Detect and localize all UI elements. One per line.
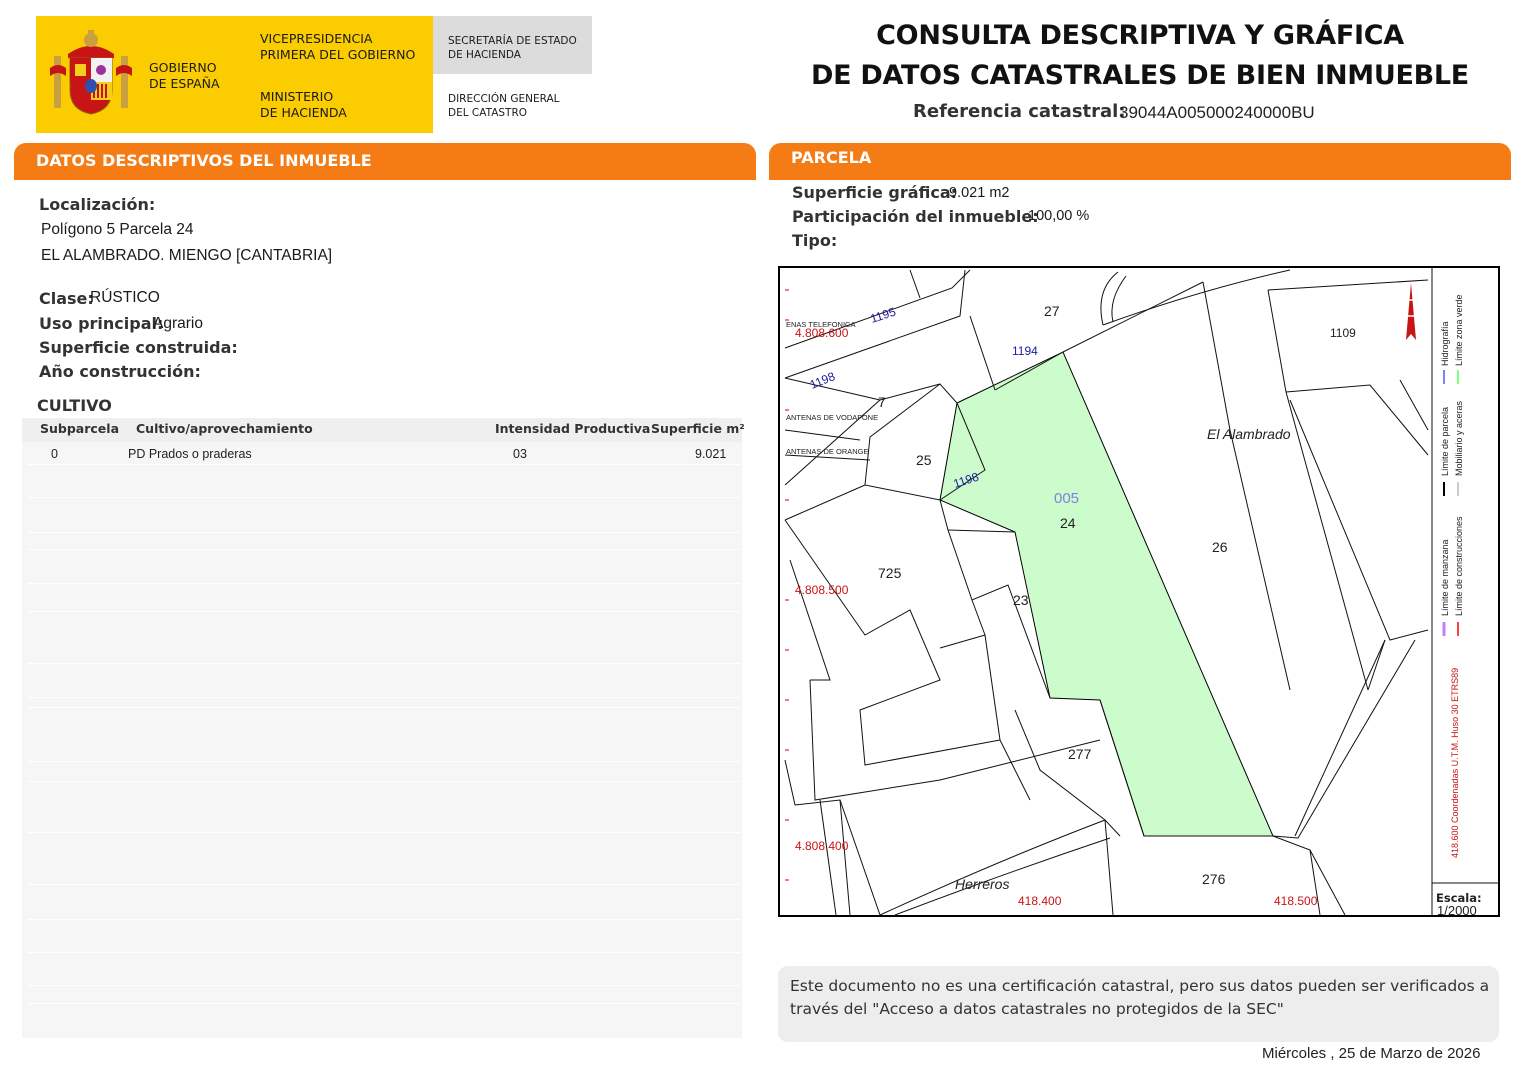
map-label-el-alambrado: El Alambrado <box>1207 426 1291 442</box>
legend-manzana: Límite de manzana <box>1440 539 1450 616</box>
table-row-divider <box>28 707 740 708</box>
table-row-divider <box>28 781 740 782</box>
parcel-24-highlight <box>939 351 1274 837</box>
map-label-1194: 1194 <box>1012 344 1038 358</box>
ref-catastral-label: Referencia catastral: <box>913 101 1126 122</box>
cell-superficie: 9.021 <box>695 447 727 461</box>
uso-principal-label: Uso principal: <box>39 314 164 333</box>
col-subparcela: Subparcela <box>40 421 120 436</box>
col-superficie: Superficie m² <box>651 421 745 436</box>
legend-mobiliario: Mobiliario y aceras <box>1454 400 1464 476</box>
table-row-divider <box>28 532 740 533</box>
clase-label: Clase: <box>39 289 94 308</box>
table-row-divider <box>28 884 740 885</box>
anio-construccion-label: Año construcción: <box>39 362 201 381</box>
table-row-divider <box>28 832 740 833</box>
table-row-divider <box>28 952 740 953</box>
legend-construcciones: Límite de construcciones <box>1454 516 1464 616</box>
document-date: Miércoles , 25 de Marzo de 2026 <box>1262 1045 1481 1062</box>
cadastral-map-drawing: 27 1109 1194 1195 1198 7 25 1198 005 24 … <box>784 268 1498 915</box>
cell-intensidad: 03 <box>513 447 527 461</box>
clase-value: RÚSTICO <box>90 289 160 306</box>
map-label-725: 725 <box>878 565 902 581</box>
table-row-divider <box>28 497 740 498</box>
map-label-23: 23 <box>1013 592 1029 608</box>
coat-of-arms-icon <box>50 30 132 115</box>
map-label-antenas-orange: ANTENAS DE ORANGE <box>786 447 869 456</box>
superficie-grafica-label: Superficie gráfica: <box>792 183 958 202</box>
map-label-26: 26 <box>1212 539 1228 555</box>
coord-418500: 418.500 <box>1274 894 1318 908</box>
section-divider <box>14 176 756 180</box>
map-label-herreros: Herreros <box>955 876 1009 892</box>
map-label-antenas-vodafone: ANTENAS DE VODAFONE <box>786 413 878 422</box>
cultivo-table <box>22 418 742 1038</box>
map-label-25: 25 <box>916 452 932 468</box>
legend-coords-note: 418.600 Coordenadas U.T.M. Huso 30 ETRS8… <box>1450 668 1460 858</box>
legend-zona-verde: Límite zona verde <box>1454 294 1464 366</box>
secretaria-text: SECRETARÍA DE ESTADO DE HACIENDA <box>448 35 577 61</box>
table-row-divider <box>28 761 740 762</box>
parcela-header: PARCELA <box>769 143 1511 179</box>
title-line-1: CONSULTA DESCRIPTIVA Y GRÁFICA <box>876 20 1404 51</box>
table-row-divider <box>28 697 740 698</box>
table-row-divider <box>28 583 740 584</box>
legend-parcela: Límite de parcela <box>1440 407 1450 476</box>
cultivo-title: CULTIVO <box>37 396 112 415</box>
map-label-24: 24 <box>1060 515 1076 531</box>
localizacion-line-1: Polígono 5 Parcela 24 <box>41 221 194 238</box>
table-row-divider <box>28 1003 740 1004</box>
cell-subparcela: 0 <box>51 447 58 461</box>
map-label-27: 27 <box>1044 303 1060 319</box>
table-row-divider <box>28 985 740 986</box>
vicepresidencia-text: VICEPRESIDENCIA PRIMERA DEL GOBIERNO <box>260 31 416 62</box>
coord-418400: 418.400 <box>1018 894 1062 908</box>
gobierno-espana-text: GOBIERNO DE ESPAÑA <box>149 60 220 91</box>
localizacion-label: Localización: <box>39 195 156 214</box>
ministerio-text: MINISTERIO DE HACIENDA <box>260 89 347 120</box>
table-row-divider <box>28 549 740 550</box>
map-label-277: 277 <box>1068 746 1092 762</box>
map-label-1198-top: 1198 <box>808 369 837 392</box>
col-intensidad: Intensidad Productiva <box>495 421 651 436</box>
map-label-276: 276 <box>1202 871 1226 887</box>
superficie-construida-label: Superficie construida: <box>39 338 238 357</box>
ref-catastral-value: 39044A005000240000BU <box>1119 103 1315 122</box>
coord-4808400: 4.808.400 <box>795 839 849 853</box>
table-row-divider <box>28 919 740 920</box>
map-label-005: 005 <box>1054 490 1079 507</box>
coord-4808600: 4.808.600 <box>795 326 849 340</box>
coord-4808500: 4.808.500 <box>795 583 849 597</box>
section-divider <box>769 176 1511 180</box>
title-line-2: DE DATOS CATASTRALES DE BIEN INMUEBLE <box>811 60 1469 91</box>
tipo-label: Tipo: <box>792 231 838 250</box>
direccion-text: DIRECCIÓN GENERAL DEL CATASTRO <box>448 93 560 119</box>
localizacion-line-2: EL ALAMBRADO. MIENGO [CANTABRIA] <box>41 247 333 264</box>
map-label-1109: 1109 <box>1330 326 1356 340</box>
legend-hidrografia: Hidrografía <box>1440 321 1450 366</box>
participacion-value: 100,00 % <box>1028 208 1090 224</box>
uso-principal-value: Agrario <box>153 315 203 332</box>
map-label-1195: 1195 <box>869 304 898 325</box>
north-arrow-icon <box>1406 283 1416 340</box>
disclaimer-text: Este documento no es una certificación c… <box>790 977 1490 1018</box>
table-row-divider <box>28 464 740 465</box>
document-title: CONSULTA DESCRIPTIVA Y GRÁFICA DE DATOS … <box>770 16 1510 96</box>
participacion-label: Participación del inmueble: <box>792 207 1039 226</box>
scale-value: 1/2000 <box>1437 903 1477 915</box>
table-row-divider <box>28 663 740 664</box>
table-row-divider <box>28 611 740 612</box>
col-cultivo: Cultivo/aprovechamiento <box>136 421 313 436</box>
superficie-grafica-value: 9.021 m2 <box>949 185 1010 201</box>
datos-descriptivos-header: DATOS DESCRIPTIVOS DEL INMUEBLE <box>14 143 756 179</box>
cell-cultivo: PD Prados o praderas <box>128 447 252 461</box>
map-label-7: 7 <box>878 394 886 410</box>
